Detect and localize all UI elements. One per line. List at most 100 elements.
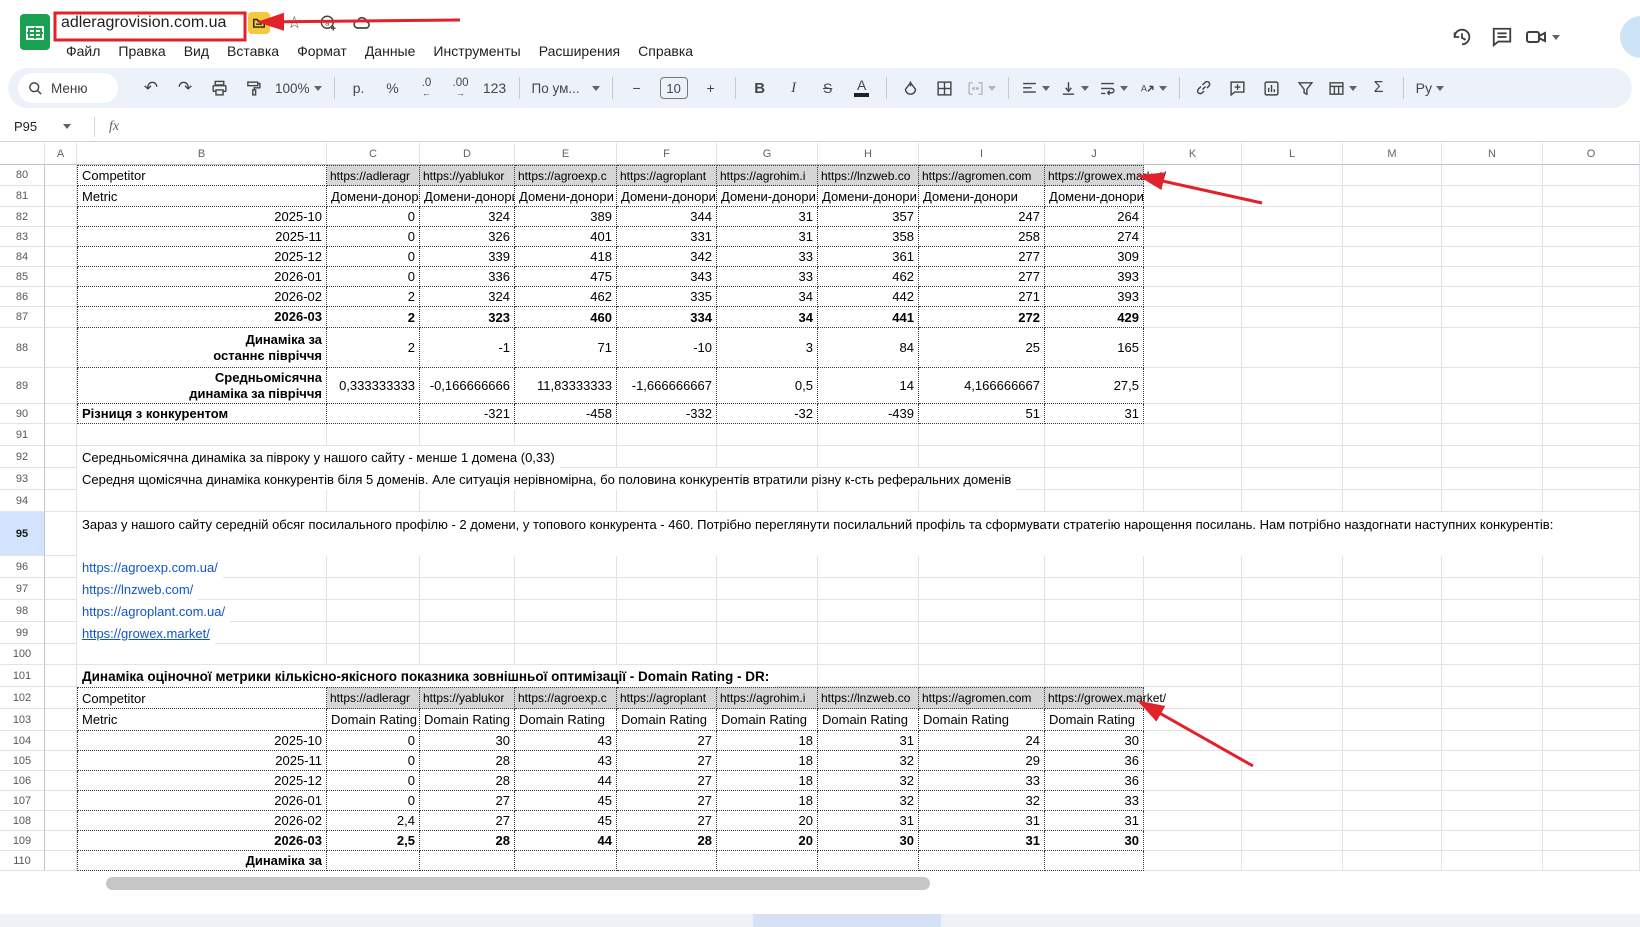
gridcell[interactable] [1543,207,1640,227]
column-header-F[interactable]: F [617,143,717,165]
menu-item-5[interactable]: Формат [288,41,356,61]
gridcell[interactable] [45,287,77,307]
value-cell[interactable]: 27 [617,791,717,811]
link[interactable]: https://agroexp.com.ua/ [77,556,223,578]
row-label-cell[interactable]: 2025-12 [77,247,327,267]
value-cell[interactable]: 20 [717,811,818,831]
row-header-106[interactable]: 106 [0,771,45,791]
gridcell[interactable] [1343,247,1442,267]
gridcell[interactable] [45,307,77,328]
gridcell[interactable] [617,446,717,468]
value-cell[interactable]: 43 [515,731,617,751]
gridcell[interactable] [1343,600,1442,622]
gridcell[interactable] [420,556,515,578]
menu-item-6[interactable]: Данные [356,41,425,61]
gridcell[interactable] [1045,578,1144,600]
gridcell[interactable] [717,600,818,622]
gridcell[interactable] [1242,578,1343,600]
gridcell[interactable] [1343,207,1442,227]
metric-cell[interactable]: Домени-донори [327,186,420,207]
gridcell[interactable] [1343,751,1442,771]
value-cell[interactable]: 462 [818,267,919,287]
gridcell[interactable] [617,578,717,600]
insert-chart-button[interactable] [1260,74,1284,102]
value-cell[interactable]: 44 [515,831,617,851]
gridcell[interactable] [1242,247,1343,267]
value-cell[interactable] [717,851,818,871]
gridcell[interactable] [45,247,77,267]
gridcell[interactable] [1543,490,1640,512]
value-cell[interactable]: 0 [327,207,420,227]
value-cell[interactable]: 274 [1045,227,1144,247]
gridcell[interactable] [1543,328,1640,368]
gridcell[interactable] [45,368,77,404]
value-cell[interactable]: 0 [327,267,420,287]
gridcell[interactable] [1144,644,1242,665]
value-cell[interactable]: 309 [1045,247,1144,267]
gridcell[interactable] [45,512,77,556]
metric-cell[interactable]: Domain Rating [420,709,515,731]
text-rotation-button[interactable]: A [1138,74,1167,102]
gridcell[interactable] [1045,556,1144,578]
merge-cells-button[interactable] [967,74,996,102]
gridcell[interactable] [1144,851,1242,871]
menu-item-3[interactable]: Вид [175,41,218,61]
column-header-M[interactable]: M [1343,143,1442,165]
gridcell[interactable] [818,600,919,622]
video-call-icon[interactable] [1522,20,1562,54]
gridcell[interactable] [1543,791,1640,811]
gridcell[interactable] [717,446,818,468]
value-cell[interactable] [617,851,717,871]
metric-cell[interactable]: Домени-донори [617,186,717,207]
gridcell[interactable] [1242,831,1343,851]
value-cell[interactable]: 33 [1045,791,1144,811]
value-cell[interactable]: 336 [420,267,515,287]
gridcell[interactable] [717,556,818,578]
metric-cell[interactable]: Domain Rating [1045,709,1144,731]
row-header-90[interactable]: 90 [0,404,45,424]
gridcell[interactable] [818,665,919,687]
row-header-98[interactable]: 98 [0,600,45,622]
link[interactable]: https://agroplant.com.ua/ [77,600,230,622]
gridcell[interactable] [327,644,420,665]
value-cell[interactable]: 358 [818,227,919,247]
gridcell[interactable] [1543,644,1640,665]
gridcell[interactable] [515,490,617,512]
value-cell[interactable]: 36 [1045,751,1144,771]
metric-cell[interactable]: Domain Rating [919,709,1045,731]
gridcell[interactable] [1242,665,1343,687]
gridcell[interactable] [45,811,77,831]
gridcell[interactable] [515,600,617,622]
gridcell[interactable] [1242,186,1343,207]
gridcell[interactable] [1543,709,1640,731]
gridcell[interactable] [1442,709,1543,731]
search-input[interactable]: Меню [18,73,118,103]
value-cell[interactable]: 25 [919,328,1045,368]
row-header-85[interactable]: 85 [0,267,45,287]
value-cell[interactable]: 27,5 [1045,368,1144,404]
gridcell[interactable] [1343,709,1442,731]
gridcell[interactable] [1343,578,1442,600]
value-cell[interactable]: 31 [1045,811,1144,831]
row-label-cell[interactable]: 2026-01 [77,267,327,287]
gridcell[interactable] [1442,368,1543,404]
decrease-font-size-button[interactable]: − [625,74,649,102]
name-box[interactable]: P95 [0,119,86,134]
gridcell[interactable] [1442,731,1543,751]
value-cell[interactable]: 324 [420,207,515,227]
gridcell[interactable] [1242,404,1343,424]
gridcell[interactable] [1242,287,1343,307]
undo-button[interactable]: ↶ [139,74,163,102]
row-label-cell[interactable]: Динаміка за останнє півріччя [77,328,327,368]
gridcell[interactable] [919,490,1045,512]
zoom-control[interactable]: 100% [275,74,322,102]
gridcell[interactable] [515,644,617,665]
gridcell[interactable] [1144,424,1242,446]
gridcell[interactable] [1442,644,1543,665]
gridcell[interactable] [919,446,1045,468]
menu-item-1[interactable]: Файл [57,41,109,61]
sheets-logo-icon[interactable] [16,13,54,51]
metric-cell[interactable]: Domain Rating [717,709,818,731]
competitor-label-cell[interactable]: Competitor [77,165,327,186]
gridcell[interactable] [1543,687,1640,709]
